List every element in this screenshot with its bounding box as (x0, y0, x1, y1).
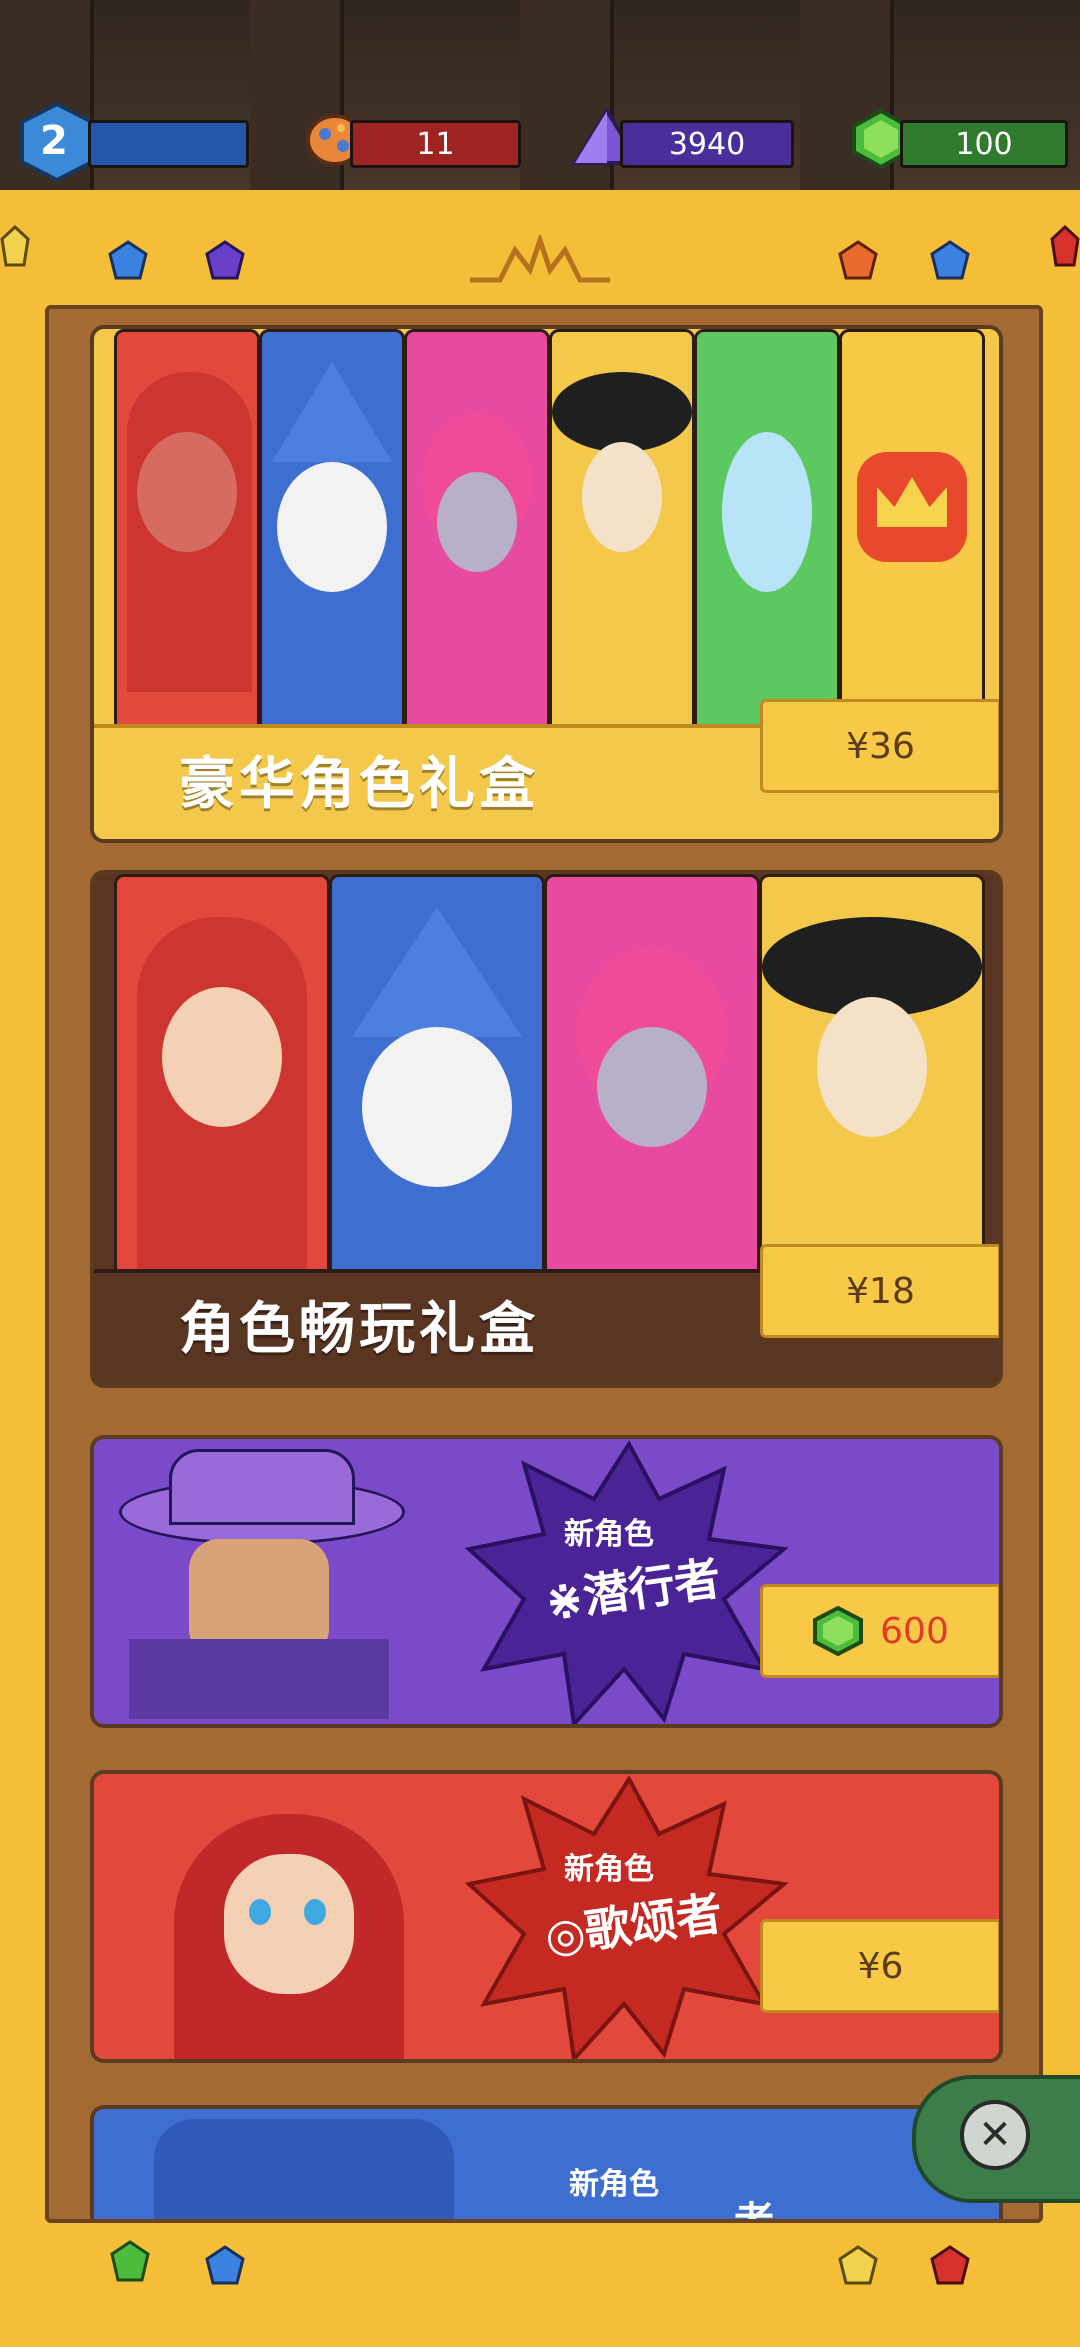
blue-gem-icon (205, 2245, 245, 2285)
offer-deluxe-price-button[interactable]: ¥36 (760, 699, 999, 793)
level-bar (88, 120, 249, 168)
singer-portrait (154, 1784, 454, 2059)
level-value: 2 (40, 118, 68, 164)
next-name: …者 (694, 2189, 774, 2219)
gem-counter: 100 (900, 120, 1068, 168)
sneaker-portrait (109, 1449, 419, 1719)
offer-play-card[interactable]: 角色畅玩礼盒 ¥18 (90, 870, 1003, 1388)
frame-ornament (470, 235, 610, 283)
green-gem-icon (110, 2240, 150, 2282)
ore-counter: 11 (350, 120, 521, 168)
offer-sneaker-price-button[interactable]: 600 (760, 1584, 999, 1678)
next-portrait (154, 2119, 454, 2219)
close-button[interactable]: ✕ (960, 2100, 1030, 2170)
character-panel-wizard (329, 874, 545, 1300)
crystal-counter: 3940 (620, 120, 794, 168)
sneaker-price: 600 (880, 1610, 949, 1652)
purple-gem-icon (205, 240, 245, 280)
new-character-label: 新角色 (564, 1852, 654, 1887)
character-panel-princess (544, 874, 760, 1300)
orange-gem-icon (838, 240, 878, 280)
offer-deluxe-title: 豪华角色礼盒 (179, 752, 539, 817)
red-gem-icon (930, 2245, 970, 2285)
character-panel-singer (114, 874, 330, 1300)
red-gem-icon (1050, 225, 1080, 267)
offer-play-title: 角色畅玩礼盒 (179, 1297, 539, 1362)
blue-gem-icon (930, 240, 970, 280)
yellow-gem-icon (838, 2245, 878, 2285)
yellow-gem-icon (0, 225, 30, 267)
new-character-label: 新角色 (564, 1517, 654, 1552)
offer-sneaker-card[interactable]: 新角色 ⋇潜行者 600 (90, 1435, 1003, 1728)
offer-singer-card[interactable]: 新角色 ◎歌颂者 ¥6 (90, 1770, 1003, 2063)
offer-singer-price-button[interactable]: ¥6 (760, 1919, 999, 2013)
character-panel-gunslinger (759, 874, 985, 1300)
blue-gem-icon (108, 240, 148, 280)
offer-play-price-button[interactable]: ¥18 (760, 1244, 999, 1338)
green-gem-icon (813, 1605, 864, 1657)
offer-next-card[interactable]: 新角色 …者 (90, 2105, 1003, 2219)
new-character-label: 新角色 (569, 2167, 659, 2202)
offer-deluxe-card[interactable]: 豪华角色礼盒 ¥36 (90, 325, 1003, 843)
close-icon: ✕ (978, 2112, 1012, 2158)
